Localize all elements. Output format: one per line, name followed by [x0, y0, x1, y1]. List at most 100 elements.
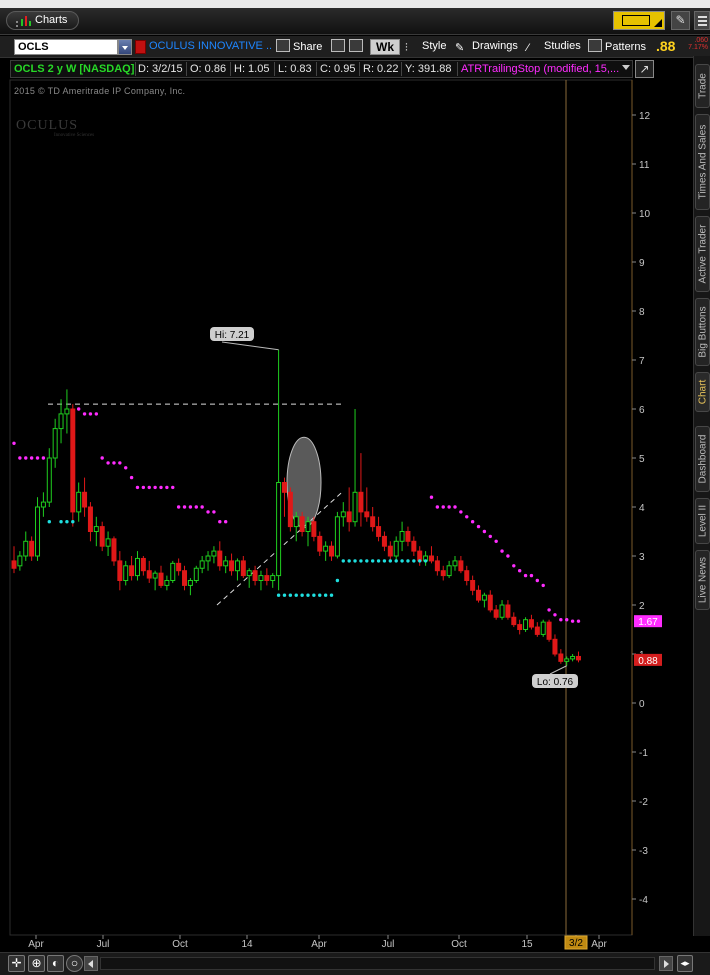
stop-dot-up — [388, 559, 393, 563]
candle-body — [70, 408, 76, 513]
candle-body — [29, 540, 35, 557]
stop-dot-down — [76, 407, 81, 411]
x-tick-label: 14 — [241, 939, 253, 950]
tab-active-trader[interactable]: Active Trader — [695, 216, 710, 292]
time-scrollbar[interactable] — [100, 957, 655, 970]
tab-live-news[interactable]: Live News — [695, 550, 710, 610]
symbol-link-icon[interactable] — [135, 40, 146, 54]
title-bar: Charts ✎ — [0, 8, 710, 35]
scroll-left-button[interactable] — [84, 956, 98, 971]
stop-dot-down — [29, 456, 34, 460]
stop-dot-up — [347, 559, 351, 563]
study-label[interactable]: ATRTrailingStop (modified, 15,... — [461, 61, 619, 77]
stop-dot-down — [135, 485, 140, 490]
stop-dot-down — [476, 524, 481, 529]
candle-body — [481, 594, 487, 601]
stop-dot-down — [82, 412, 87, 416]
menu-dots-icon[interactable] — [16, 21, 20, 27]
list-icon[interactable] — [694, 11, 710, 30]
chart-symbol-title: OCLS 2 y W [NASDAQ] — [14, 63, 135, 75]
candle-body — [305, 521, 311, 533]
zoom-icon[interactable]: ⊕ — [28, 955, 45, 972]
tab-chart[interactable]: Chart — [695, 372, 710, 412]
stop-dot-down — [429, 495, 434, 499]
stop-dot-down — [200, 505, 204, 509]
stop-dot-up — [418, 559, 422, 563]
candle-body — [399, 531, 405, 542]
pin-icon[interactable]: ✎ — [671, 11, 690, 30]
drawings-icon: ✎ — [455, 42, 465, 54]
tab-times-and-sales[interactable]: Times And Sales — [695, 114, 710, 210]
stop-dot-up — [288, 593, 293, 597]
candle-body — [293, 516, 299, 528]
stop-dot-up — [323, 593, 328, 597]
stop-dot-down — [218, 520, 222, 524]
stop-dot-up — [306, 593, 310, 597]
patterns-icon — [588, 39, 602, 52]
symbol-input[interactable]: OCLS — [14, 39, 118, 55]
window-top-strip — [0, 0, 710, 8]
candle-body — [211, 550, 217, 557]
candle-body — [499, 604, 505, 618]
candle-body — [364, 511, 370, 518]
stop-dot-down — [482, 529, 487, 534]
stop-dot-down — [223, 520, 228, 524]
candle-body — [376, 526, 382, 537]
chart-info-bar: OCLS 2 y W [NASDAQ] D: 3/2/15 O: 0.86 H:… — [10, 60, 633, 78]
tab-dashboard[interactable]: Dashboard — [695, 426, 710, 492]
candle-body — [334, 516, 340, 557]
zoom-fit-icon[interactable]: ◂▸ — [677, 955, 693, 972]
candle-body — [217, 550, 223, 567]
price-tag-label: 0.88 — [638, 656, 658, 667]
study-settings-icon[interactable]: ↗ — [635, 60, 654, 78]
studies-button[interactable]: ⁄ Studies — [527, 39, 581, 56]
tools-button[interactable] — [349, 39, 366, 56]
stop-dot-down — [24, 456, 28, 460]
crosshair-icon[interactable]: ✛ — [8, 955, 25, 972]
stop-dot-down — [153, 485, 157, 490]
stop-dot-down — [441, 505, 445, 509]
candle-body — [193, 567, 199, 581]
expand-icon[interactable]: ○ — [66, 955, 83, 972]
candle-body — [405, 531, 411, 542]
candle-body — [487, 594, 493, 611]
candle-body — [317, 535, 323, 552]
charts-tab[interactable]: Charts — [6, 11, 79, 30]
scroll-right-button[interactable] — [659, 956, 673, 971]
eraser-icon[interactable]: ◐ — [47, 955, 64, 972]
y-tick-label: -4 — [639, 895, 648, 906]
study-dropdown-icon[interactable] — [622, 65, 630, 70]
candle-body — [299, 516, 305, 532]
candle-body — [111, 538, 117, 562]
candle-body — [370, 516, 376, 528]
stop-dot-up — [282, 593, 287, 597]
candle-body — [134, 557, 140, 577]
net-change-percent: 7.17% — [688, 44, 708, 51]
settings-button[interactable] — [331, 39, 348, 56]
candle-body — [411, 540, 417, 552]
patterns-button[interactable]: Patterns — [588, 39, 646, 56]
style-button[interactable]: ⫶ Style — [405, 39, 446, 56]
watermark-tag: Innovative Sciences — [54, 133, 95, 138]
y-tick-label: -1 — [639, 748, 648, 759]
tab-trade[interactable]: Trade — [695, 64, 710, 108]
tab-big-buttons[interactable]: Big Buttons — [695, 298, 710, 366]
tab-live-news-label: Live News — [697, 556, 708, 604]
aggregation-button[interactable]: Wk — [370, 39, 400, 55]
stop-dot-down — [188, 505, 193, 509]
symbol-dropdown-button[interactable] — [118, 39, 132, 55]
stop-dot-down — [494, 539, 498, 543]
stop-dot-up — [341, 559, 345, 563]
color-link-button[interactable] — [613, 11, 665, 30]
y-tick-label: 12 — [639, 111, 651, 122]
share-icon — [276, 39, 290, 52]
candle-body — [340, 511, 346, 518]
candle-body — [264, 575, 270, 581]
share-button[interactable]: Share — [276, 39, 322, 56]
price-chart[interactable]: 1211109876543210-1-2-3-4AprJulOct14AprJu… — [0, 78, 693, 952]
chart-bottom-bar: ✛ ⊕ ◐ ○ ◂▸ — [0, 952, 710, 975]
drawings-button[interactable]: ✎ Drawings — [455, 39, 518, 56]
y-tick-label: -3 — [639, 846, 648, 857]
tab-level-ii[interactable]: Level II — [695, 498, 710, 544]
candle-body — [117, 560, 123, 582]
